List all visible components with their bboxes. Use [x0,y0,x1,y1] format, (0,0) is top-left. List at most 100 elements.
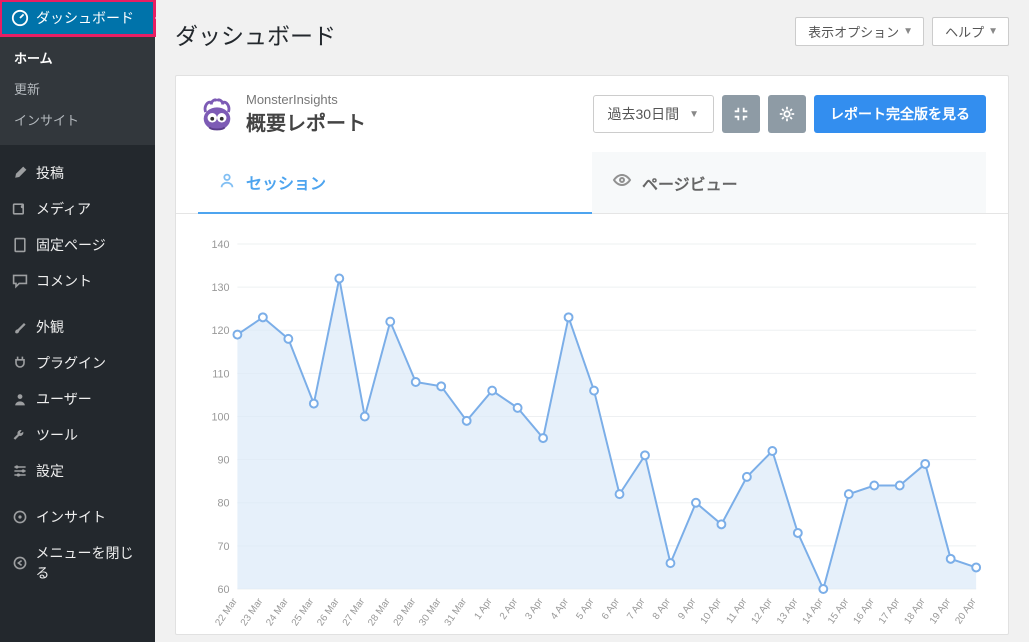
svg-text:7 Apr: 7 Apr [625,596,648,622]
plug-icon [10,355,30,371]
wrench-icon [10,427,30,443]
svg-text:90: 90 [217,455,229,467]
svg-text:80: 80 [217,498,229,510]
svg-text:23 Mar: 23 Mar [239,596,266,628]
sidebar-item-pages[interactable]: 固定ページ [0,227,155,263]
tab-label: セッション [246,170,326,194]
pin-icon [10,165,30,181]
svg-text:3 Apr: 3 Apr [523,596,546,622]
sidebar-label: 外観 [36,317,64,337]
sidebar-label: メニューを閉じる [36,543,145,583]
svg-text:120: 120 [211,325,229,337]
svg-text:24 Mar: 24 Mar [264,596,291,628]
media-icon [10,201,30,217]
chevron-down-icon: ▼ [988,26,998,37]
svg-text:10 Apr: 10 Apr [699,596,725,627]
sidebar-item-comments[interactable]: コメント [0,263,155,299]
svg-text:26 Mar: 26 Mar [315,596,342,628]
subnav-insights[interactable]: インサイト [0,104,155,135]
comment-icon [10,273,30,289]
insights-icon [10,509,30,525]
page-title: ダッシュボード [175,8,336,55]
svg-text:4 Apr: 4 Apr [549,596,572,622]
sessions-line-chart: 6070809010011012013014022 Mar23 Mar24 Ma… [198,234,986,634]
topbar: ダッシュボード 表示オプション ▼ ヘルプ ▼ [175,0,1009,55]
help-button[interactable]: ヘルプ ▼ [932,17,1009,46]
compress-icon [732,105,750,123]
view-full-report-button[interactable]: レポート完全版を見る [814,95,986,133]
sidebar-label: メディア [36,199,91,219]
main-content: ダッシュボード 表示オプション ▼ ヘルプ ▼ [155,0,1029,642]
collapse-widget-button[interactable] [722,95,760,133]
tab-sessions[interactable]: セッション [198,152,592,214]
sliders-icon [10,463,30,479]
sidebar-label: コメント [36,271,92,291]
chart-container: 6070809010011012013014022 Mar23 Mar24 Ma… [176,214,1008,634]
brand-big: 概要レポート [246,107,366,136]
svg-text:30 Mar: 30 Mar [417,596,444,628]
svg-text:1 Apr: 1 Apr [472,596,495,622]
screen-options-button[interactable]: 表示オプション ▼ [795,17,924,46]
sidebar-item-tools[interactable]: ツール [0,417,155,453]
svg-text:110: 110 [212,368,229,380]
report-panel: MonsterInsights 概要レポート 過去30日間 ▼ レポート完全版を… [175,75,1009,635]
sidebar-item-insights[interactable]: インサイト [0,499,155,535]
admin-sidebar: ダッシュボード ホーム 更新 インサイト 投稿 メディア 固定ページ コメント … [0,0,155,642]
svg-text:14 Apr: 14 Apr [800,596,826,627]
sidebar-label: プラグイン [36,353,106,373]
tab-label: ページビュー [642,171,738,195]
tab-pageviews[interactable]: ページビュー [592,152,986,213]
sidebar-item-dashboard[interactable]: ダッシュボード [0,0,155,36]
svg-text:28 Mar: 28 Mar [366,596,393,628]
svg-text:60: 60 [217,584,229,596]
svg-text:15 Apr: 15 Apr [826,596,852,627]
sidebar-item-collapse[interactable]: メニューを閉じる [0,535,155,591]
monster-logo-icon [198,95,236,133]
sidebar-item-media[interactable]: メディア [0,191,155,227]
button-label: 表示オプション [808,22,899,41]
sidebar-submenu: ホーム 更新 インサイト [0,36,155,145]
subnav-updates[interactable]: 更新 [0,73,155,104]
dashboard-icon [10,9,30,27]
svg-text:18 Apr: 18 Apr [902,596,928,627]
page-icon [10,237,30,253]
sidebar-item-appearance[interactable]: 外観 [0,309,155,345]
eye-icon [612,170,632,195]
svg-text:5 Apr: 5 Apr [574,596,597,622]
svg-text:140: 140 [211,239,229,251]
user-icon [10,391,30,407]
sidebar-label: 固定ページ [36,235,106,255]
sidebar-label: 投稿 [36,163,64,183]
subnav-home[interactable]: ホーム [0,42,155,73]
svg-text:100: 100 [211,411,229,423]
panel-header: MonsterInsights 概要レポート 過去30日間 ▼ レポート完全版を… [176,76,1008,152]
settings-button[interactable] [768,95,806,133]
svg-text:2 Apr: 2 Apr [498,596,521,622]
svg-text:31 Mar: 31 Mar [443,596,470,628]
gear-icon [778,105,796,123]
brush-icon [10,319,30,335]
brand-small: MonsterInsights [246,92,366,107]
sidebar-item-settings[interactable]: 設定 [0,453,155,489]
svg-text:9 Apr: 9 Apr [676,596,699,622]
svg-text:70: 70 [217,541,229,553]
sidebar-label: ツール [36,425,78,445]
svg-text:22 Mar: 22 Mar [213,596,240,628]
svg-text:17 Apr: 17 Apr [877,596,903,627]
svg-text:13 Apr: 13 Apr [775,596,801,627]
panel-brand: MonsterInsights 概要レポート [198,92,366,136]
sidebar-item-plugins[interactable]: プラグイン [0,345,155,381]
svg-text:6 Apr: 6 Apr [600,596,623,622]
date-range-select[interactable]: 過去30日間 ▼ [593,95,714,133]
sidebar-item-users[interactable]: ユーザー [0,381,155,417]
svg-text:16 Apr: 16 Apr [851,596,877,627]
sidebar-item-posts[interactable]: 投稿 [0,155,155,191]
svg-text:27 Mar: 27 Mar [341,596,368,628]
chevron-down-icon: ▼ [689,109,699,120]
sidebar-label: 設定 [36,461,64,481]
svg-text:12 Apr: 12 Apr [750,596,776,627]
metric-tabs: セッション ページビュー [176,152,1008,214]
sidebar-label: インサイト [36,507,106,527]
svg-text:19 Apr: 19 Apr [928,596,954,627]
svg-text:8 Apr: 8 Apr [651,596,674,622]
